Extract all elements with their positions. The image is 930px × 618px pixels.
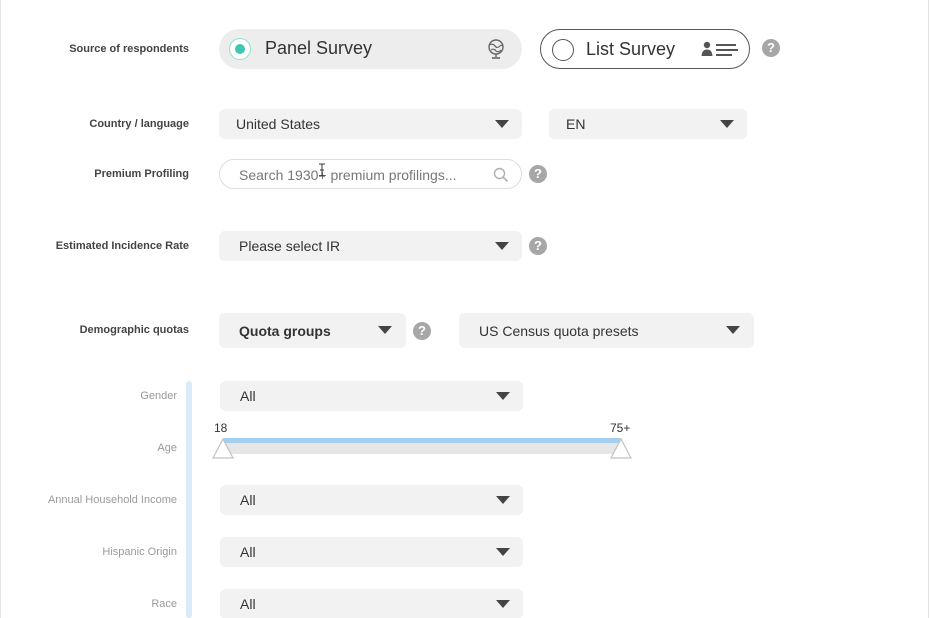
country-label: Country / language: [89, 118, 189, 130]
hispanic-value: All: [240, 544, 256, 560]
panel-survey-option[interactable]: Panel Survey: [219, 29, 522, 69]
income-label: Annual Household Income: [47, 494, 177, 506]
language-value: EN: [566, 116, 586, 132]
gender-chevron-down-icon: [496, 392, 510, 400]
incidence-chevron-down-icon: [495, 242, 509, 250]
quota-presets-chevron-down-icon: [726, 326, 740, 334]
income-select[interactable]: All: [220, 485, 523, 515]
source-label: Source of respondents: [69, 43, 189, 55]
profiling-help-icon[interactable]: ?: [529, 165, 547, 183]
age-slider-range: [223, 438, 621, 443]
gender-label: Gender: [140, 390, 177, 402]
gender-select[interactable]: All: [220, 381, 523, 411]
quota-presets-select[interactable]: US Census quota presets: [459, 313, 754, 348]
list-radio[interactable]: [552, 39, 574, 61]
language-chevron-down-icon: [720, 120, 734, 128]
quota-groups-value: Quota groups: [239, 322, 331, 339]
age-min-handle[interactable]: [212, 437, 234, 460]
panel-survey-label: Panel Survey: [265, 38, 373, 58]
hispanic-label: Hispanic Origin: [102, 546, 177, 558]
incidence-select[interactable]: Please select IR: [219, 231, 522, 261]
page-left-edge: [0, 0, 1, 618]
source-help-icon[interactable]: ?: [762, 39, 780, 57]
quotas-label: Demographic quotas: [79, 324, 189, 336]
quota-groups-select[interactable]: Quota groups: [219, 313, 406, 348]
list-survey-label: List Survey: [586, 39, 676, 59]
hispanic-chevron-down-icon: [496, 548, 510, 556]
quota-presets-value: US Census quota presets: [479, 322, 639, 339]
race-chevron-down-icon: [496, 600, 510, 608]
age-label: Age: [157, 442, 177, 454]
quota-group-indicator: [186, 381, 192, 618]
contact-list-icon: [701, 41, 739, 57]
income-chevron-down-icon: [496, 496, 510, 504]
search-icon[interactable]: [493, 167, 509, 183]
panel-radio[interactable]: [229, 38, 251, 60]
age-max-handle[interactable]: [610, 437, 632, 460]
incidence-value: Please select IR: [239, 238, 341, 254]
panel-radio-selected-dot: [235, 44, 245, 54]
page-right-edge: [928, 0, 929, 618]
country-value: United States: [236, 116, 321, 132]
incidence-help-icon[interactable]: ?: [529, 237, 547, 255]
country-select[interactable]: United States: [219, 109, 522, 139]
age-min-value: 18: [214, 421, 228, 435]
profiling-search-input[interactable]: [239, 166, 489, 184]
profiling-label: Premium Profiling: [94, 168, 189, 180]
quota-groups-chevron-down-icon: [378, 326, 392, 334]
race-value: All: [240, 596, 256, 612]
country-chevron-down-icon: [495, 120, 509, 128]
quotas-help-icon[interactable]: ?: [413, 322, 431, 340]
language-select[interactable]: EN: [549, 109, 747, 139]
age-max-value: 75+: [610, 421, 631, 435]
income-value: All: [240, 492, 256, 508]
hispanic-select[interactable]: All: [220, 537, 523, 567]
list-survey-option[interactable]: List Survey: [540, 29, 750, 69]
profiling-search-box[interactable]: [219, 159, 522, 189]
race-label: Race: [151, 598, 177, 610]
incidence-label: Estimated Incidence Rate: [55, 240, 189, 252]
globe-icon: [486, 38, 506, 60]
text-cursor-icon: [318, 163, 326, 182]
gender-value: All: [240, 388, 256, 404]
race-select[interactable]: All: [220, 589, 523, 618]
